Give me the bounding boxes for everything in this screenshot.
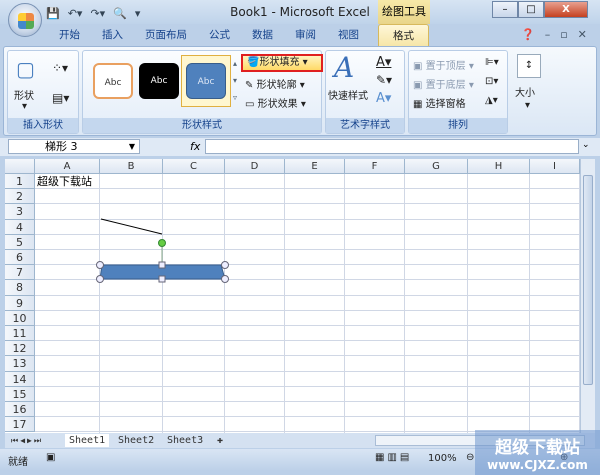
- line-shape[interactable]: [100, 218, 163, 235]
- text-box-icon[interactable]: ▤▾: [52, 91, 69, 105]
- sheet-tab-2[interactable]: Sheet2: [114, 434, 158, 447]
- help-icon[interactable]: ❓: [521, 28, 535, 41]
- edit-points-icon[interactable]: ⁘▾: [52, 61, 68, 75]
- group-shape-styles: Abc Abc Abc ▴ ▾ ▿ 🪣形状填充 ▾ ✎ 形状轮廓 ▾ ▭ 形状效果 …: [82, 50, 323, 134]
- scroll-thumb[interactable]: [583, 175, 593, 385]
- watermark: 超级下载站 www.CJXZ.com: [475, 430, 600, 475]
- quick-styles-button[interactable]: 快速样式: [328, 87, 368, 102]
- ribbon-right-controls: ❓ – ▫ ✕: [521, 28, 587, 41]
- shape-effects-button[interactable]: ▭ 形状效果 ▾: [245, 95, 306, 110]
- group-arrange: ▣ 置于顶层 ▾ ▣ 置于底层 ▾ ▦ 选择窗格 ⊫▾ ⊡▾ ◮▾ 排列: [408, 50, 508, 134]
- expand-formula-bar-icon[interactable]: ⌄: [582, 140, 590, 150]
- send-to-back-button[interactable]: ▣ 置于底层 ▾: [413, 76, 474, 91]
- ribbon-restore-icon[interactable]: ▫: [560, 28, 567, 41]
- group-label: 插入形状: [8, 118, 78, 133]
- wordart-a-icon[interactable]: A: [334, 51, 354, 84]
- tab-page-layout[interactable]: 页面布局: [134, 24, 198, 46]
- zoom-out-button[interactable]: ⊖: [466, 452, 474, 463]
- minimize-button[interactable]: –: [492, 1, 518, 18]
- tab-format[interactable]: 格式: [378, 24, 429, 46]
- close-button[interactable]: X: [544, 1, 588, 18]
- group-wordart-styles: A 快速样式 A▾ ✎▾ A▾ 艺术字样式: [325, 50, 405, 134]
- shapes-button[interactable]: 形状: [14, 87, 34, 102]
- tab-home[interactable]: 开始: [48, 24, 91, 46]
- size-button[interactable]: 大小: [515, 84, 535, 99]
- group-size: ↕ 大小 ▾: [511, 50, 547, 134]
- context-tab-title: 绘图工具: [378, 0, 430, 24]
- watermark-url: www.CJXZ.com: [487, 458, 588, 472]
- shapes-dropdown-icon[interactable]: ▾: [22, 101, 27, 112]
- bring-to-front-button[interactable]: ▣ 置于顶层 ▾: [413, 57, 474, 72]
- tab-formulas[interactable]: 公式: [198, 24, 241, 46]
- zoom-level[interactable]: 100%: [428, 453, 457, 464]
- ribbon-minimize-icon[interactable]: –: [545, 28, 551, 41]
- name-box[interactable]: 梯形 3 ▼: [8, 139, 140, 154]
- macro-record-icon[interactable]: ▣: [46, 452, 55, 463]
- ribbon: ▢ 形状 ▾ ⁘▾ ▤▾ 插入形状 Abc Abc Abc ▴ ▾ ▿ 🪣形状填充 …: [3, 46, 597, 136]
- style-swatch-orange[interactable]: Abc: [93, 63, 133, 99]
- paint-bucket-icon: 🪣: [247, 57, 260, 68]
- drawing-layer: [96, 218, 229, 283]
- style-swatch-blue[interactable]: Abc: [186, 63, 226, 99]
- formula-input[interactable]: [205, 139, 579, 154]
- text-outline-icon[interactable]: ✎▾: [376, 73, 392, 87]
- size-icon[interactable]: ↕: [517, 54, 541, 78]
- style-swatch-black[interactable]: Abc: [139, 63, 179, 99]
- size-dropdown-icon[interactable]: ▾: [525, 100, 530, 111]
- maximize-button[interactable]: □: [518, 1, 544, 18]
- rotate-icon[interactable]: ◮▾: [485, 95, 498, 106]
- name-box-dropdown-icon[interactable]: ▼: [129, 140, 135, 153]
- status-text: 就绪: [8, 457, 28, 468]
- worksheet-grid[interactable]: A B C D E F G H I 1 2 3 4 5 6 7 8 9 10 11 12 13 14 15 16 17 超级下载站: [5, 159, 580, 433]
- selection-pane-button[interactable]: ▦ 选择窗格: [413, 95, 466, 110]
- office-button[interactable]: [8, 3, 42, 37]
- group-label: 艺术字样式: [326, 118, 404, 133]
- tab-insert[interactable]: 插入: [91, 24, 134, 46]
- ribbon-close-icon[interactable]: ✕: [578, 28, 587, 41]
- group-insert-shapes: ▢ 形状 ▾ ⁘▾ ▤▾ 插入形状: [7, 50, 79, 134]
- text-effects-icon[interactable]: A▾: [376, 91, 391, 106]
- office-logo-icon: [18, 13, 34, 29]
- sheet-tab-3[interactable]: Sheet3: [163, 434, 207, 447]
- insert-function-button[interactable]: fx: [190, 140, 200, 153]
- shape-fill-button[interactable]: 🪣形状填充 ▾: [241, 54, 323, 72]
- insert-sheet-icon[interactable]: ✚: [213, 434, 227, 447]
- view-buttons[interactable]: ▦▥▤: [375, 452, 412, 463]
- rotation-handle[interactable]: [158, 239, 166, 247]
- vertical-scrollbar[interactable]: [580, 159, 595, 433]
- ribbon-tabs: 开始 插入 页面布局 公式 数据 审阅 视图 格式: [0, 24, 600, 46]
- group-label: 形状样式: [83, 118, 321, 133]
- sheet-tab-1[interactable]: Sheet1: [65, 434, 110, 447]
- watermark-title: 超级下载站: [495, 438, 580, 458]
- tab-review[interactable]: 审阅: [284, 24, 327, 46]
- window-controls: – □ X: [492, 1, 588, 18]
- effects-icon: ▭: [245, 99, 255, 110]
- shape-outline-button[interactable]: ✎ 形状轮廓 ▾: [245, 76, 305, 91]
- gallery-scroll[interactable]: ▴ ▾ ▿: [233, 55, 237, 106]
- shapes-icon[interactable]: ▢: [16, 57, 35, 81]
- text-fill-icon[interactable]: A▾: [376, 55, 391, 70]
- sheet-nav-buttons[interactable]: ⏮◀▶⏭: [7, 434, 47, 447]
- tab-view[interactable]: 视图: [327, 24, 370, 46]
- group-objects-icon[interactable]: ⊡▾: [485, 76, 498, 87]
- group-label: 排列: [409, 118, 507, 133]
- tab-data[interactable]: 数据: [241, 24, 284, 46]
- align-icon[interactable]: ⊫▾: [485, 57, 499, 68]
- pen-icon: ✎: [245, 80, 254, 91]
